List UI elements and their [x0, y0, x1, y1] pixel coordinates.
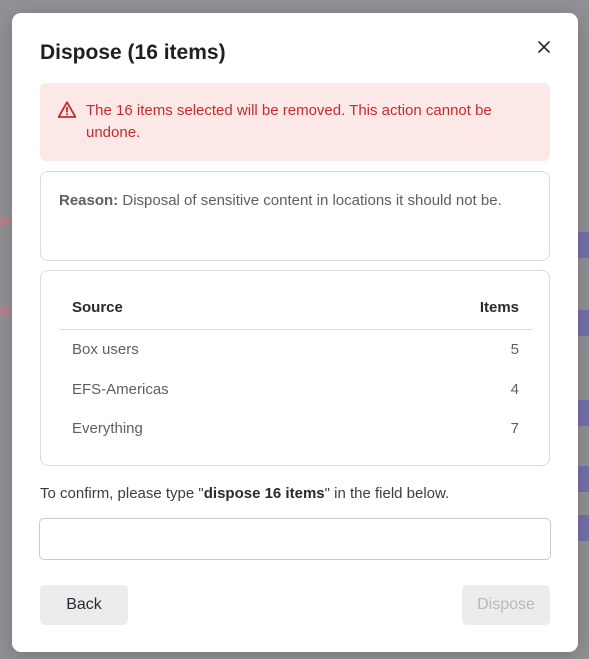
backdrop-mark	[0, 218, 12, 226]
row-items: 4	[510, 380, 519, 398]
warning-triangle-icon	[57, 101, 77, 118]
confirm-phrase: dispose 16 items	[203, 485, 325, 502]
table-header: Source Items	[59, 289, 533, 330]
sources-table: Source Items Box users 5 EFS-Americas 4 …	[59, 289, 533, 449]
table-row: Everything 7	[59, 409, 533, 449]
dialog-title: Dispose (16 items)	[40, 41, 226, 64]
close-button[interactable]	[532, 35, 556, 59]
warning-alert: The 16 items selected will be removed. T…	[40, 83, 550, 161]
table-row: EFS-Americas 4	[59, 370, 533, 410]
dispose-dialog: Dispose (16 items) The 16 items selected…	[12, 13, 578, 652]
back-button[interactable]: Back	[40, 585, 128, 625]
close-icon	[538, 41, 550, 53]
reason-panel: Reason: Disposal of sensitive content in…	[40, 171, 550, 261]
row-items: 7	[510, 420, 519, 437]
confirm-input[interactable]	[39, 518, 551, 560]
alert-message: The 16 items selected will be removed. T…	[86, 102, 492, 141]
confirm-prefix: To confirm, please type "	[40, 485, 204, 502]
column-header-source: Source	[72, 299, 123, 316]
row-items: 5	[510, 341, 519, 358]
confirm-suffix: " in the field below.	[324, 485, 450, 502]
dispose-button[interactable]: Dispose	[462, 585, 550, 625]
table-row: Box users 5	[59, 330, 533, 370]
row-source: EFS-Americas	[72, 380, 169, 398]
reason-label: Reason:	[59, 192, 119, 209]
column-header-items: Items	[479, 299, 519, 316]
reason-value: Disposal of sensitive content in locatio…	[122, 192, 502, 209]
confirm-instructions: To confirm, please type "dispose 16 item…	[40, 485, 449, 502]
row-source: Everything	[72, 420, 143, 437]
backdrop-mark	[0, 308, 12, 316]
reason-text: Reason: Disposal of sensitive content in…	[59, 190, 529, 212]
sources-panel: Source Items Box users 5 EFS-Americas 4 …	[40, 270, 550, 466]
row-source: Box users	[72, 341, 139, 358]
